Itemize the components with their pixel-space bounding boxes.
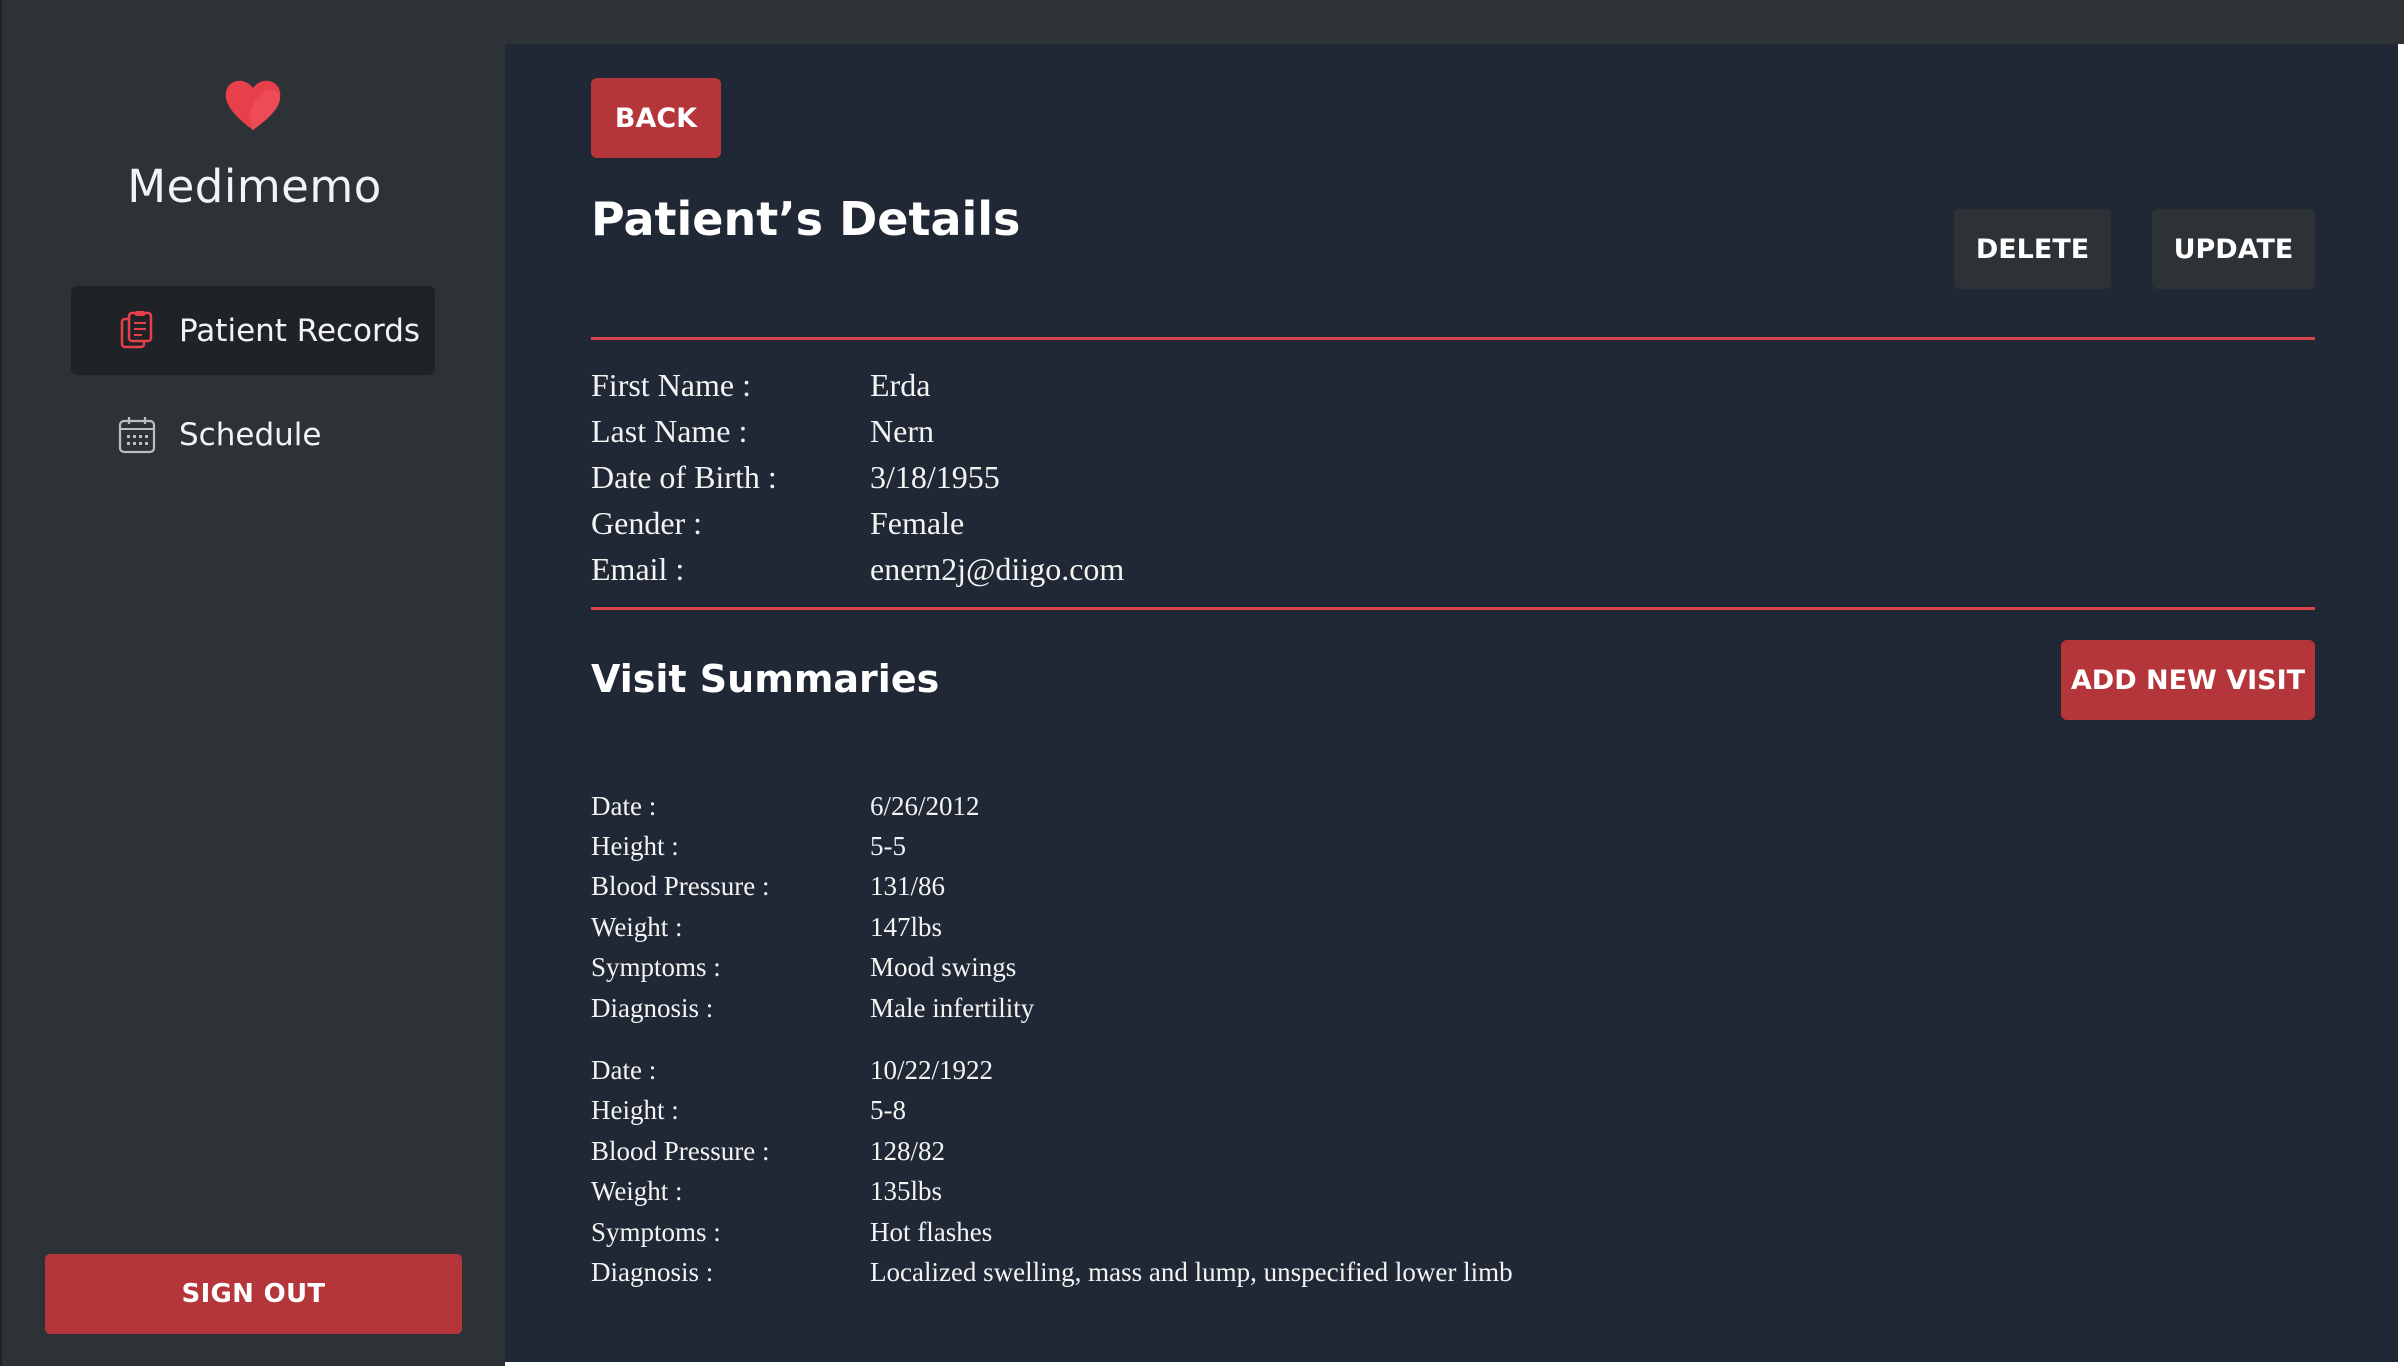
visit-row: Blood Pressure : 131/86 [591,867,1513,907]
visit-value: 131/86 [870,871,946,902]
visit-row: Diagnosis : Localized swelling, mass and … [591,1252,1513,1292]
visit-row: Height : 5-5 [591,826,1513,866]
visit-value: 10/22/1922 [870,1055,994,1086]
detail-row: Date of Birth : 3/18/1955 [591,454,1124,500]
visit-label: Date : [591,1055,657,1086]
sidebar-item-label: Patient Records [179,312,421,349]
visit-row: Blood Pressure : 128/82 [591,1131,1513,1171]
visit-label: Height : [591,831,679,862]
sidebar: Medimemo Patient Records Schedule SIGN O… [0,0,505,1366]
visit-row: Weight : 135lbs [591,1172,1513,1212]
detail-label: First Name : [591,366,751,403]
calendar-icon [117,415,157,455]
patient-details: First Name : Erda Last Name : Nern Date … [591,362,1124,592]
app-root: Medimemo Patient Records Schedule SIGN O… [0,0,2404,1366]
visit-label: Height : [591,1095,679,1126]
visit-label: Blood Pressure : [591,871,770,902]
visit-label: Weight : [591,1176,683,1207]
visit-row: Diagnosis : Male infertility [591,988,1513,1028]
visit-value: 128/82 [870,1135,946,1166]
divider [591,607,2315,610]
visit-label: Symptoms : [591,1216,721,1247]
detail-label: Email : [591,550,685,587]
divider [591,337,2315,340]
delete-button[interactable]: DELETE [1954,209,2111,289]
detail-label: Gender : [591,504,703,541]
heart-logo-icon [225,80,281,130]
detail-value: Erda [870,366,931,403]
sidebar-item-label: Schedule [179,416,322,453]
visit-label: Date : [591,790,657,821]
top-bar [505,0,2404,44]
sidebar-item-schedule[interactable]: Schedule [71,390,435,479]
visit-row: Date : 6/26/2012 [591,786,1513,826]
detail-value: Female [870,504,965,541]
visit-label: Diagnosis : [591,1256,714,1287]
visit-label: Symptoms : [591,952,721,983]
sign-out-button[interactable]: SIGN OUT [45,1254,462,1334]
visit-value: 5-8 [870,1095,906,1126]
visit-row: Weight : 147lbs [591,907,1513,947]
detail-row: First Name : Erda [591,362,1124,408]
detail-row: Gender : Female [591,500,1124,546]
visit-value: 135lbs [870,1176,943,1207]
visit-value: Localized swelling, mass and lump, unspe… [870,1256,1513,1287]
visit-summaries-list: Date : 6/26/2012 Height : 5-5 Blood Pressu… [591,786,1513,1315]
visit-summary: Date : 10/22/1922 Height : 5-8 Blood Press… [591,1050,1513,1292]
window-edge [2398,44,2404,1366]
clipboard-icon [117,310,157,351]
detail-label: Last Name : [591,412,748,449]
visit-row: Height : 5-8 [591,1091,1513,1131]
visit-row: Symptoms : Mood swings [591,948,1513,988]
visit-value: 6/26/2012 [870,790,980,821]
visit-value: Male infertility [870,992,1035,1023]
visit-value: Mood swings [870,952,1017,983]
visit-value: 5-5 [870,831,906,862]
back-button[interactable]: BACK [591,78,721,158]
visit-label: Diagnosis : [591,992,714,1023]
add-new-visit-button[interactable]: ADD NEW VISIT [2061,640,2315,720]
visit-summary: Date : 6/26/2012 Height : 5-5 Blood Pressu… [591,786,1513,1028]
visit-label: Blood Pressure : [591,1135,770,1166]
page-title: Patient’s Details [591,192,1021,246]
detail-label: Date of Birth : [591,458,777,495]
update-button[interactable]: UPDATE [2152,209,2315,289]
detail-row: Last Name : Nern [591,408,1124,454]
visit-value: 147lbs [870,911,943,942]
detail-row: Email : enern2j@diigo.com [591,546,1124,592]
visit-row: Symptoms : Hot flashes [591,1212,1513,1252]
detail-value: enern2j@diigo.com [870,550,1125,587]
detail-value: 3/18/1955 [870,458,1000,495]
visit-row: Date : 10/22/1922 [591,1050,1513,1090]
visit-summaries-title: Visit Summaries [591,657,940,701]
app-name: Medimemo [127,160,382,213]
detail-value: Nern [870,412,934,449]
visit-value: Hot flashes [870,1216,993,1247]
visit-label: Weight : [591,911,683,942]
main-content: BACK Patient’s Details DELETE UPDATE Fir… [505,44,2398,1362]
sidebar-item-patient-records[interactable]: Patient Records [71,286,435,375]
